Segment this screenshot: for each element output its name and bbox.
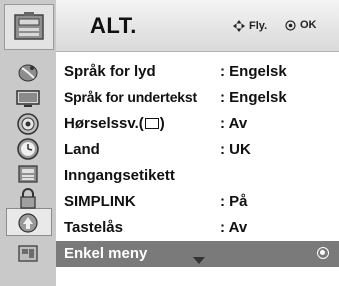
menu-item-value: : Av bbox=[220, 219, 248, 236]
menu-item-key-lock[interactable]: Tastelås : Av bbox=[56, 215, 339, 241]
scroll-down-arrow-icon[interactable] bbox=[193, 257, 205, 264]
menu-item-audio-language[interactable]: Språk for lyd : Engelsk bbox=[56, 59, 339, 85]
lock-icon[interactable] bbox=[6, 186, 50, 212]
menu-item-hearing-impaired[interactable]: Hørselssv.() : Av bbox=[56, 111, 339, 137]
menu-item-subtitle-language[interactable]: Språk for undertekst : Engelsk bbox=[56, 85, 339, 111]
menu-item-label: Hørselssv.() bbox=[64, 115, 165, 132]
option-icon[interactable] bbox=[6, 161, 50, 187]
menu-item-label: Enkel meny bbox=[64, 245, 148, 262]
ok-hint-label: OK bbox=[300, 19, 317, 31]
menu-item-label: Inngangsetikett bbox=[64, 167, 175, 184]
menu-title: ALT. bbox=[90, 13, 137, 38]
menu-item-label: Land bbox=[64, 141, 100, 158]
menu-item-label-suffix: ) bbox=[159, 115, 165, 132]
option-menu-icon-large bbox=[4, 4, 54, 50]
move-hint: Fly. bbox=[232, 19, 267, 33]
subtitle-cc-icon bbox=[144, 118, 159, 129]
menu-item-value: : UK bbox=[220, 141, 251, 158]
satellite-icon[interactable] bbox=[6, 60, 50, 86]
ok-hint: OK bbox=[285, 19, 317, 31]
dpad-arrows-icon bbox=[233, 20, 245, 32]
selected-radio-icon bbox=[317, 247, 329, 259]
menu-item-country[interactable]: Land : UK bbox=[56, 137, 339, 163]
ok-button-icon bbox=[285, 19, 296, 31]
menu-item-value: : Engelsk bbox=[220, 89, 287, 106]
category-sidebar bbox=[0, 0, 56, 286]
monitor-icon[interactable] bbox=[6, 86, 50, 112]
usb-icon[interactable] bbox=[6, 240, 50, 266]
move-hint-label: Fly. bbox=[249, 20, 268, 32]
menu-item-input-label[interactable]: Inngangsetikett bbox=[56, 163, 339, 189]
menu-item-label: Tastelås bbox=[64, 219, 123, 236]
menu-item-label: SIMPLINK bbox=[64, 193, 136, 210]
menu-header: ALT. Fly. OK bbox=[56, 0, 339, 52]
input-icon[interactable] bbox=[6, 210, 50, 236]
speaker-icon[interactable] bbox=[6, 111, 50, 137]
menu-item-value: : På bbox=[220, 193, 248, 210]
clock-icon[interactable] bbox=[6, 136, 50, 162]
menu-item-label: Språk for lyd bbox=[64, 63, 156, 80]
menu-item-simplink[interactable]: SIMPLINK : På bbox=[56, 189, 339, 215]
menu-item-value: : Engelsk bbox=[220, 63, 287, 80]
menu-item-value: : Av bbox=[220, 115, 248, 132]
menu-item-label: Språk for undertekst bbox=[64, 89, 197, 105]
option-menu-list: Språk for lyd : Engelsk Språk for undert… bbox=[56, 52, 339, 286]
menu-item-label-text: Hørselssv.( bbox=[64, 115, 144, 132]
osd-menu: ALT. Fly. OK Språk for lyd : Engelsk Spr… bbox=[0, 0, 339, 286]
